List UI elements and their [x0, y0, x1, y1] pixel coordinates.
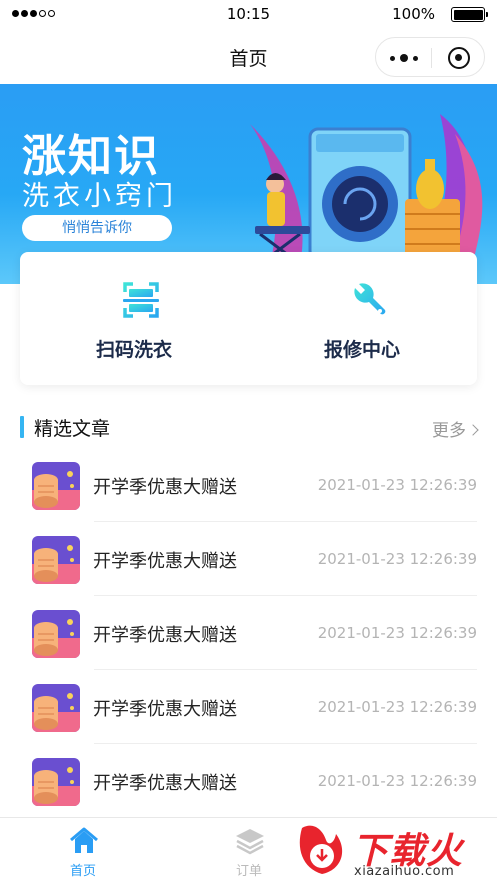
service-label: 扫码洗衣	[95, 339, 172, 361]
section-title: 精选文章	[34, 418, 111, 440]
battery-icon	[451, 7, 488, 22]
more-icon[interactable]	[390, 50, 418, 66]
close-program-icon[interactable]	[448, 47, 470, 69]
section-accent-bar	[20, 416, 24, 438]
service-card: 扫码洗衣 报修中心	[20, 252, 477, 385]
article-thumbnail	[32, 684, 80, 732]
article-title: 开学季优惠大赠送	[93, 625, 237, 646]
more-label: 更多	[432, 421, 466, 441]
article-thumbnail	[32, 536, 80, 584]
article-thumbnail	[32, 610, 80, 658]
status-bar: 10:15 100%	[0, 0, 497, 30]
scan-wash-button[interactable]: 扫码洗衣	[20, 252, 248, 385]
watermark: 下载火 xiazaihuo.com	[292, 818, 497, 883]
scan-icon	[123, 282, 159, 318]
article-title: 开学季优惠大赠送	[93, 477, 237, 498]
banner-pill: 悄悄告诉你	[22, 215, 172, 241]
more-link[interactable]: 更多	[432, 416, 479, 441]
article-title: 开学季优惠大赠送	[93, 773, 237, 794]
mini-program-capsule	[375, 37, 485, 77]
article-thumbnail	[32, 758, 80, 806]
article-date: 2021-01-23 12:26:39	[317, 476, 477, 494]
tab-label: 首页	[69, 864, 96, 879]
layers-icon	[236, 829, 264, 855]
article-date: 2021-01-23 12:26:39	[317, 698, 477, 716]
article-thumbnail	[32, 462, 80, 510]
tab-orders[interactable]: 订单	[199, 818, 299, 883]
repair-center-button[interactable]: 报修中心	[248, 252, 476, 385]
home-icon	[70, 827, 98, 853]
article-date: 2021-01-23 12:26:39	[317, 772, 477, 790]
battery-percent: 100%	[392, 5, 435, 23]
service-label: 报修中心	[323, 339, 400, 361]
watermark-url: xiazaihuo.com	[354, 864, 455, 879]
flame-logo-icon	[299, 825, 343, 874]
list-item[interactable]: 开学季优惠大赠送 2021-01-23 12:26:39	[20, 670, 497, 744]
list-item[interactable]: 开学季优惠大赠送 2021-01-23 12:26:39	[20, 596, 497, 670]
capsule-divider	[431, 48, 432, 68]
article-date: 2021-01-23 12:26:39	[317, 550, 477, 568]
article-title: 开学季优惠大赠送	[93, 699, 237, 720]
list-item[interactable]: 开学季优惠大赠送 2021-01-23 12:26:39	[20, 448, 497, 522]
washing-machine-illustration	[250, 114, 483, 266]
article-date: 2021-01-23 12:26:39	[317, 624, 477, 642]
nav-bar: 首页	[0, 30, 497, 84]
article-title: 开学季优惠大赠送	[93, 551, 237, 572]
chevron-right-icon	[467, 424, 479, 436]
list-item[interactable]: 开学季优惠大赠送 2021-01-23 12:26:39	[20, 744, 497, 818]
tab-label: 订单	[235, 864, 262, 879]
tab-home[interactable]: 首页	[33, 818, 133, 883]
banner-subtitle: 洗衣小窍门	[22, 181, 177, 212]
wrench-icon	[354, 283, 386, 315]
list-item[interactable]: 开学季优惠大赠送 2021-01-23 12:26:39	[20, 522, 497, 596]
